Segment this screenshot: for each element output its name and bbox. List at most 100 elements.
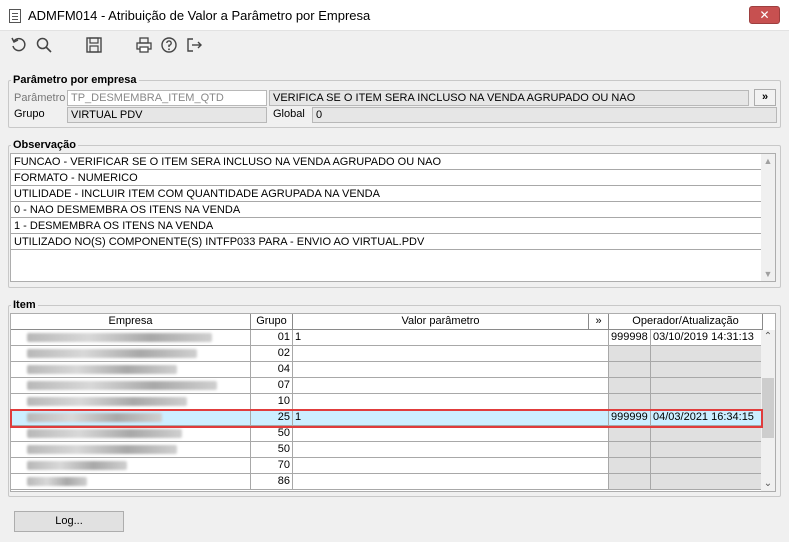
table-row[interactable]: 50 [11,442,763,458]
grupo-cell[interactable]: 02 [251,346,293,362]
table-row[interactable]: 04 [11,362,763,378]
atualizacao-cell [651,362,763,378]
param-more-button[interactable]: » [754,89,776,106]
valor-cell[interactable] [293,442,609,458]
exit-icon[interactable] [183,34,205,56]
table-row[interactable]: 01 1 999998 03/10/2019 14:31:13 [11,330,763,346]
log-button[interactable]: Log... [14,511,124,532]
atualizacao-cell [651,474,763,490]
parametro-label: Parâmetro [14,92,66,104]
operador-cell [609,394,651,410]
scroll-down-icon[interactable]: ⌄ [761,477,775,491]
obs-line: FORMATO - NUMERICO [11,170,763,186]
valor-cell[interactable] [293,394,609,410]
grupo-field: VIRTUAL PDV [67,107,267,123]
save-icon[interactable] [83,34,105,56]
operador-cell: 999998 [609,330,651,346]
valor-cell[interactable] [293,474,609,490]
selected-row-highlight [10,409,763,428]
grupo-cell[interactable]: 01 [251,330,293,346]
empresa-cell[interactable] [11,426,251,442]
atualizacao-cell [651,394,763,410]
empresa-cell[interactable] [11,346,251,362]
parametro-field[interactable]: TP_DESMEMBRA_ITEM_QTD [67,90,267,106]
valor-cell[interactable]: 1 [293,330,609,346]
empresa-cell[interactable] [11,378,251,394]
obs-line: UTILIZADO NO(S) COMPONENTE(S) INTFP033 P… [11,234,763,250]
empresa-cell[interactable] [11,458,251,474]
grupo-cell[interactable]: 86 [251,474,293,490]
operador-cell [609,458,651,474]
operador-cell [609,442,651,458]
obs-line: UTILIDADE - INCLUIR ITEM COM QUANTIDADE … [11,186,763,202]
print-icon[interactable] [133,34,155,56]
document-icon [9,9,21,23]
table-row[interactable]: 07 [11,378,763,394]
redacted-empresa [27,477,87,486]
grupo-cell[interactable]: 50 [251,442,293,458]
table-row[interactable]: 86 [11,474,763,490]
empresa-cell[interactable] [11,442,251,458]
header-grupo[interactable]: Grupo [251,314,293,330]
grupo-cell[interactable]: 04 [251,362,293,378]
parametro-description: VERIFICA SE O ITEM SERA INCLUSO NA VENDA… [269,90,749,106]
operador-cell [609,426,651,442]
valor-cell[interactable] [293,458,609,474]
atualizacao-cell: 03/10/2019 14:31:13 [651,330,763,346]
grupo-cell[interactable]: 70 [251,458,293,474]
atualizacao-cell [651,458,763,474]
header-valor[interactable]: Valor parâmetro [293,314,589,330]
toolbar [0,31,789,59]
grupo-cell[interactable]: 10 [251,394,293,410]
scroll-up-icon[interactable]: ⌃ [761,330,775,344]
operador-cell [609,362,651,378]
scroll-up-icon[interactable]: ▲ [761,154,775,168]
redacted-empresa [27,445,177,454]
window-title: ADMFM014 - Atribuição de Valor a Parâmet… [28,8,371,23]
empresa-cell[interactable] [11,362,251,378]
table-row[interactable]: 02 [11,346,763,362]
obs-line: 0 - NAO DESMEMBRA OS ITENS NA VENDA [11,202,763,218]
redacted-empresa [27,381,217,390]
close-button[interactable]: ✕ [749,6,780,24]
valor-cell[interactable] [293,346,609,362]
search-icon[interactable] [33,34,55,56]
grupo-cell[interactable]: 07 [251,378,293,394]
global-label: Global [273,108,305,120]
obs-line: FUNCAO - VERIFICAR SE O ITEM SERA INCLUS… [11,154,763,170]
redacted-empresa [27,397,187,406]
header-more-button[interactable]: » [589,314,609,330]
header-operador[interactable]: Operador/Atualização [609,314,763,330]
scroll-down-icon[interactable]: ▼ [761,267,775,281]
valor-cell[interactable] [293,378,609,394]
grupo-label: Grupo [14,108,45,120]
redacted-empresa [27,333,212,342]
grid-scrollbar[interactable]: ⌃ ⌄ [761,330,775,491]
empresa-cell[interactable] [11,330,251,346]
obs-scrollbar[interactable]: ▲ ▼ [761,154,775,281]
empresa-cell[interactable] [11,394,251,410]
title-bar: ADMFM014 - Atribuição de Valor a Parâmet… [0,0,789,31]
table-row[interactable]: 10 [11,394,763,410]
item-grid[interactable]: Empresa Grupo Valor parâmetro » Operador… [10,313,776,492]
operador-cell [609,378,651,394]
item-legend: Item [13,299,36,311]
empresa-cell[interactable] [11,474,251,490]
valor-cell[interactable] [293,426,609,442]
valor-cell[interactable] [293,362,609,378]
redacted-empresa [27,365,177,374]
observacao-legend: Observação [13,139,76,151]
help-icon[interactable] [158,34,180,56]
header-empresa[interactable]: Empresa [11,314,251,330]
observacao-textarea[interactable]: FUNCAO - VERIFICAR SE O ITEM SERA INCLUS… [10,153,776,282]
global-field: 0 [312,107,777,123]
obs-line: 1 - DESMEMBRA OS ITENS NA VENDA [11,218,763,234]
scroll-thumb[interactable] [762,378,774,438]
redacted-empresa [27,461,127,470]
table-row[interactable]: 70 [11,458,763,474]
undo-icon[interactable] [8,34,30,56]
grupo-cell[interactable]: 50 [251,426,293,442]
redacted-empresa [27,429,182,438]
param-legend: Parâmetro por empresa [13,74,137,86]
table-row[interactable]: 50 [11,426,763,442]
